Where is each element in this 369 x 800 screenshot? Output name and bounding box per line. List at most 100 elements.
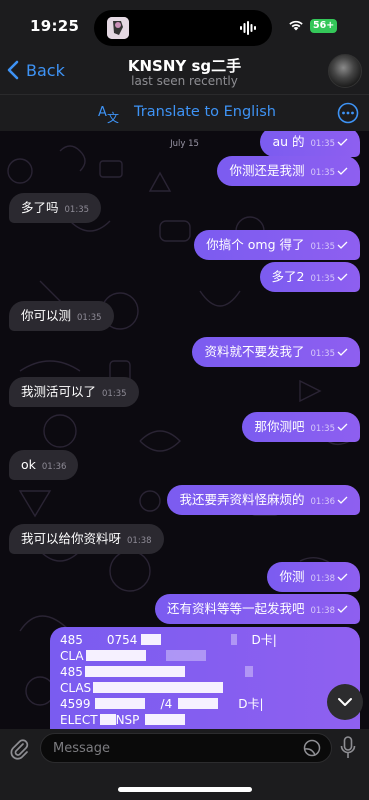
- translate-label[interactable]: Translate to English: [134, 104, 276, 120]
- message-bubble-outgoing[interactable]: 那你测吧 01:35: [242, 412, 360, 442]
- attachment-icon[interactable]: [8, 737, 30, 761]
- message-text: 你可以测: [21, 308, 72, 323]
- document-line-end: D卡|: [238, 697, 264, 711]
- redaction-block: [165, 650, 206, 661]
- message-time: 01:38: [127, 536, 152, 546]
- read-check-icon: [337, 273, 348, 281]
- document-line-start: ELECT: [60, 713, 98, 727]
- document-line: ELECT NSP: [60, 712, 350, 728]
- message-bubble-incoming[interactable]: ok 01:36: [9, 450, 79, 480]
- read-check-icon: [337, 496, 348, 504]
- document-line-mid: 0754: [106, 633, 138, 647]
- status-time: 19:25: [30, 17, 80, 35]
- redaction-block: [141, 634, 162, 645]
- redaction-block: [145, 714, 186, 725]
- redaction-block: [94, 698, 145, 709]
- message-bubble-incoming[interactable]: 你可以测 01:35: [9, 301, 114, 331]
- document-line-mid: /4: [160, 697, 173, 711]
- message-text: 你测还是我测: [229, 163, 305, 178]
- contact-avatar[interactable]: [328, 54, 362, 88]
- microphone-icon[interactable]: [340, 736, 356, 760]
- message-bubble-document[interactable]: 485 0754 D卡| CLA 485 CLAS 4599 /4 D卡| EL…: [50, 627, 360, 729]
- svg-text:文: 文: [107, 110, 119, 124]
- message-text: 还有资料等等一起发我吧: [166, 601, 305, 616]
- now-playing-artwork: [107, 17, 129, 39]
- document-line-mid: NSP: [115, 713, 140, 727]
- translate-bar[interactable]: A 文 Translate to English: [0, 94, 369, 131]
- document-line: CLA: [60, 648, 350, 664]
- read-check-icon: [337, 573, 348, 581]
- read-check-icon: [337, 167, 348, 175]
- message-time: 01:35: [310, 139, 336, 149]
- message-bubble-incoming[interactable]: 我测活可以了 01:35: [9, 377, 139, 407]
- message-time: 01:38: [310, 574, 336, 584]
- message-bubble-outgoing[interactable]: au 的 01:35: [260, 131, 360, 157]
- document-line: 485: [60, 664, 350, 680]
- message-text: 你搞个 omg 得了: [206, 237, 305, 252]
- message-text: 我还要弄资料怪麻烦的: [179, 492, 305, 507]
- redaction-block: [244, 666, 253, 677]
- document-line-start: 4599: [60, 697, 91, 711]
- document-line-start: 485: [60, 633, 83, 647]
- chat-title[interactable]: KNSNY sg二手: [0, 55, 369, 76]
- message-text: 那你测吧: [254, 419, 305, 434]
- translate-icon: A 文: [98, 105, 119, 124]
- message-text: 我测活可以了: [21, 384, 97, 399]
- message-text: 你测: [279, 569, 305, 584]
- message-input[interactable]: Message: [40, 733, 332, 763]
- read-check-icon: [337, 138, 348, 146]
- wifi-icon: [289, 20, 303, 31]
- message-time: 01:35: [64, 205, 90, 215]
- message-bubble-incoming[interactable]: 多了吗 01:35: [9, 193, 102, 223]
- dynamic-island[interactable]: [94, 10, 272, 46]
- message-bubble-outgoing[interactable]: 你测 01:38: [267, 562, 360, 592]
- message-time: 01:35: [310, 349, 336, 359]
- redaction-block: [93, 682, 224, 693]
- document-line: 4599 /4 D卡|: [60, 696, 350, 712]
- message-time: 01:35: [310, 274, 336, 284]
- message-input-bar: Message: [0, 729, 369, 800]
- document-line-start: CLAS: [60, 681, 92, 695]
- message-text: 资料就不要发我了: [204, 344, 305, 359]
- battery-indicator: 56+: [310, 19, 338, 33]
- redaction-block: [85, 650, 146, 661]
- message-bubble-incoming[interactable]: 我可以给你资料呀 01:38: [9, 524, 164, 554]
- read-check-icon: [337, 241, 348, 249]
- message-text: 多了吗: [21, 200, 59, 215]
- message-bubble-outgoing[interactable]: 你搞个 omg 得了 01:35: [194, 230, 360, 260]
- home-indicator[interactable]: [118, 787, 252, 792]
- message-time: 01:35: [102, 389, 127, 399]
- document-line-start: CLA: [60, 649, 84, 663]
- chevron-down-icon: [338, 698, 352, 706]
- scroll-to-bottom-button[interactable]: [327, 684, 363, 720]
- message-time: 01:36: [310, 497, 336, 507]
- message-bubble-outgoing[interactable]: 你测还是我测 01:35: [217, 156, 360, 186]
- message-bubble-outgoing[interactable]: 多了2 01:35: [259, 262, 360, 292]
- read-check-icon: [337, 348, 348, 356]
- status-bar: 19:25 56+: [0, 0, 369, 52]
- redaction-block: [84, 666, 185, 677]
- message-time: 01:35: [77, 313, 102, 323]
- chat-header: Back KNSNY sg二手 last seen recently: [0, 52, 369, 94]
- message-bubble-outgoing[interactable]: 资料就不要发我了 01:35: [192, 337, 360, 367]
- message-time: 01:35: [310, 168, 336, 178]
- message-bubble-outgoing[interactable]: 我还要弄资料怪麻烦的 01:36: [167, 485, 360, 515]
- read-check-icon: [337, 605, 348, 613]
- message-text: au 的: [272, 134, 305, 149]
- chat-area[interactable]: July 15 au 的 01:35 你测还是我测 01:35 多了吗 01:35 你…: [0, 131, 369, 729]
- document-line-start: 485: [60, 665, 83, 679]
- redaction-block: [178, 698, 219, 709]
- read-check-icon: [337, 423, 348, 431]
- svg-text:A: A: [98, 105, 107, 120]
- audio-waveform-icon: [240, 21, 256, 35]
- message-bubble-outgoing[interactable]: 还有资料等等一起发我吧 01:38: [154, 594, 360, 624]
- document-line: CLAS: [60, 680, 350, 696]
- message-text: ok: [21, 457, 36, 472]
- message-placeholder: Message: [53, 741, 110, 756]
- more-options-icon[interactable]: [337, 102, 359, 124]
- document-line-end: D卡|: [251, 633, 277, 647]
- message-time: 01:36: [41, 462, 67, 472]
- message-time: 01:38: [310, 606, 336, 616]
- sticker-icon[interactable]: [303, 739, 321, 757]
- message-text: 我可以给你资料呀: [21, 531, 122, 546]
